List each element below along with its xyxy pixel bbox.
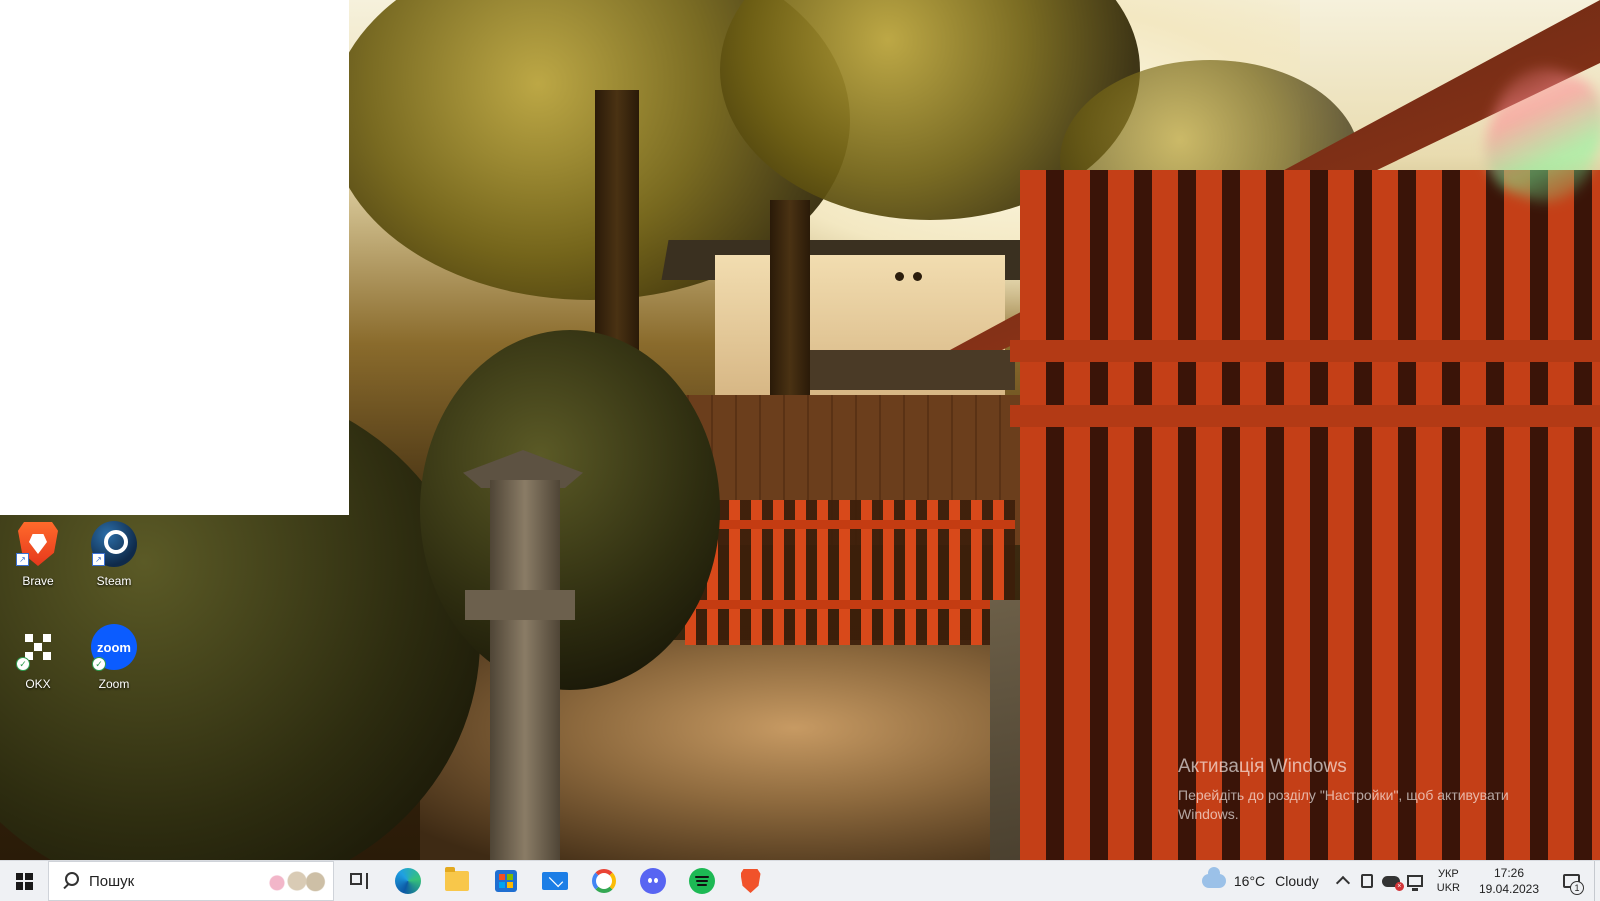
microsoft-store-icon — [494, 870, 517, 892]
desktop-icon-label: Brave — [22, 574, 54, 588]
spotify-icon — [688, 868, 715, 894]
shortcut-arrow-icon: ↗ — [16, 553, 29, 566]
sync-status-icon: ✓ — [16, 657, 30, 671]
search-highlight-illustration — [253, 862, 333, 900]
taskbar-app-discord[interactable] — [628, 861, 677, 901]
desktop-icon-label: Steam — [96, 574, 132, 588]
system-tray: 16°C Cloudy × УКР UKR 17:26 19.04.2023 1 — [1201, 861, 1600, 901]
tray-network-button[interactable] — [1404, 861, 1426, 901]
wallpaper-house-window — [913, 272, 922, 281]
wallpaper-fence-rail — [685, 520, 1015, 529]
activation-title: Активація Windows — [1178, 756, 1347, 777]
blank-window[interactable] — [0, 0, 349, 515]
weather-temperature: 16°C — [1233, 873, 1266, 889]
taskbar-app-store[interactable] — [481, 861, 530, 901]
action-center-button[interactable]: 1 — [1548, 861, 1594, 901]
desktop-icon-label: OKX — [25, 677, 51, 691]
language-line-2: UKR — [1436, 882, 1460, 894]
discord-icon — [639, 868, 666, 894]
clock-time: 17:26 — [1493, 866, 1525, 880]
taskbar: Пошук 16°C Cloudy × УКР UKR 17:26 19.04.… — [0, 860, 1600, 901]
task-view-button[interactable] — [334, 861, 383, 901]
taskbar-app-file-explorer[interactable] — [432, 861, 481, 901]
language-line-1: УКР — [1438, 868, 1459, 880]
wallpaper-house-lower-roof — [800, 350, 1015, 390]
wallpaper-fence-rail — [685, 600, 1015, 609]
brave-icon — [740, 869, 761, 893]
wallpaper-red-beam — [1010, 405, 1600, 427]
steam-icon: ↗ — [90, 520, 138, 568]
weather-condition: Cloudy — [1275, 873, 1319, 889]
wallpaper-stone-lantern-base — [465, 590, 575, 620]
onedrive-error-icon: × — [1381, 875, 1404, 891]
wallpaper-red-beam — [1010, 340, 1600, 362]
okx-icon: ✓ — [14, 623, 62, 671]
taskbar-app-chrome[interactable] — [579, 861, 628, 901]
google-chrome-icon — [591, 869, 616, 893]
activate-windows-watermark: Активація Windows Перейдіть до розділу "… — [1178, 756, 1558, 824]
wallpaper-stone-lantern-post — [490, 480, 560, 860]
cloud-icon — [1201, 867, 1226, 888]
taskbar-app-spotify[interactable] — [677, 861, 726, 901]
wallpaper-bush — [420, 330, 720, 690]
windows-logo-icon — [15, 872, 33, 890]
desktop-icon-steam[interactable]: ↗ Steam — [76, 520, 152, 588]
network-icon — [1406, 875, 1423, 891]
show-desktop-button[interactable] — [1594, 861, 1600, 901]
device-icon — [1360, 874, 1373, 888]
input-language-button[interactable]: УКР UKR — [1437, 867, 1460, 895]
wallpaper-tree-trunk — [595, 90, 639, 370]
wallpaper-house-window — [895, 272, 904, 281]
zoom-icon: zoom ✓ — [90, 623, 138, 671]
file-explorer-icon — [444, 867, 469, 891]
task-view-icon — [349, 873, 368, 889]
mail-icon — [541, 872, 568, 890]
tray-onedrive-button[interactable]: × — [1380, 861, 1404, 901]
activation-message: Перейдіть до розділу "Настройки", щоб ак… — [1178, 787, 1509, 822]
notification-count-badge: 1 — [1570, 881, 1584, 895]
search-placeholder: Пошук — [89, 872, 135, 890]
taskbar-search-box[interactable]: Пошук — [48, 861, 334, 901]
taskbar-clock[interactable]: 17:26 19.04.2023 — [1470, 865, 1548, 897]
show-hidden-icons-button[interactable] — [1332, 861, 1354, 901]
taskbar-app-mail[interactable] — [530, 861, 579, 901]
start-button[interactable] — [0, 861, 48, 901]
shortcut-arrow-icon: ↗ — [92, 553, 105, 566]
desktop-icon-label: Zoom — [98, 677, 130, 691]
desktop-icon-okx[interactable]: ✓ OKX — [0, 623, 76, 691]
taskbar-app-brave[interactable] — [726, 861, 775, 901]
brave-icon: ↗ — [14, 520, 62, 568]
desktop-icon-brave[interactable]: ↗ Brave — [0, 520, 76, 588]
wallpaper-tree-trunk — [770, 200, 810, 400]
search-icon — [61, 871, 81, 891]
weather-widget[interactable]: 16°C Cloudy — [1201, 867, 1319, 889]
desktop-icon-zoom[interactable]: zoom ✓ Zoom — [76, 623, 152, 691]
chevron-up-icon — [1335, 875, 1350, 891]
taskbar-app-edge[interactable] — [383, 861, 432, 901]
edge-icon — [394, 868, 421, 894]
clock-date: 19.04.2023 — [1478, 882, 1540, 896]
sync-status-icon: ✓ — [92, 657, 106, 671]
tray-device-button[interactable] — [1356, 861, 1378, 901]
